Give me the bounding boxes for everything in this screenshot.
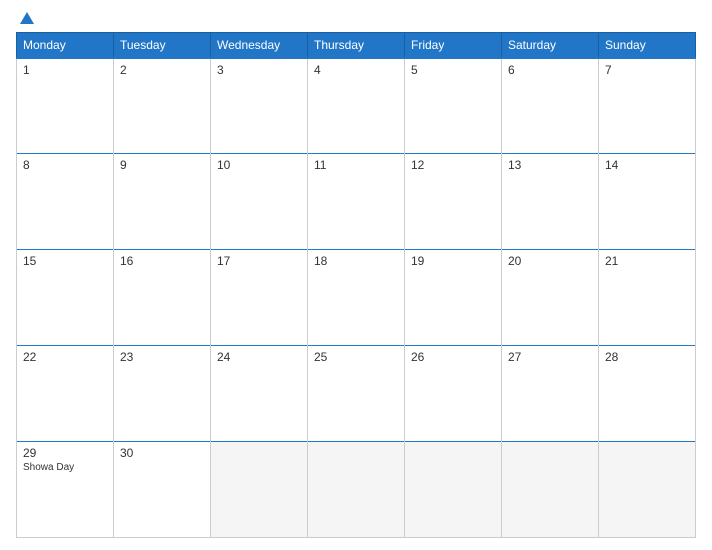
calendar-page: Monday Tuesday Wednesday Thursday Friday… [0, 0, 712, 550]
day-number: 28 [605, 350, 689, 364]
calendar-day-cell: 25 [308, 346, 405, 442]
day-number: 18 [314, 254, 398, 268]
day-number: 8 [23, 158, 107, 172]
header-saturday: Saturday [502, 33, 599, 59]
header-sunday: Sunday [599, 33, 696, 59]
calendar-table: Monday Tuesday Wednesday Thursday Friday… [16, 32, 696, 538]
calendar-day-cell: 17 [211, 250, 308, 346]
header-thursday: Thursday [308, 33, 405, 59]
day-number: 10 [217, 158, 301, 172]
header-tuesday: Tuesday [114, 33, 211, 59]
day-number: 13 [508, 158, 592, 172]
calendar-week-row: 15 16 17 18 19 20 21 [17, 250, 696, 346]
calendar-day-cell: 16 [114, 250, 211, 346]
calendar-day-cell: 1 [17, 58, 114, 154]
logo-triangle-icon [20, 12, 34, 24]
calendar-day-cell: 26 [405, 346, 502, 442]
calendar-week-row: 1234567 [17, 58, 696, 154]
calendar-day-cell: 15 [17, 250, 114, 346]
calendar-week-row: 89 10 11 12 13 14 [17, 154, 696, 250]
calendar-day-cell: 8 [17, 154, 114, 250]
calendar-day-cell: 27 [502, 346, 599, 442]
day-number: 24 [217, 350, 301, 364]
logo [16, 12, 34, 24]
day-number: 6 [508, 63, 592, 77]
day-number: 23 [120, 350, 204, 364]
calendar-day-cell: 3 [211, 58, 308, 154]
calendar-day-cell: 11 [308, 154, 405, 250]
calendar-day-cell: 18 [308, 250, 405, 346]
calendar-day-cell: 19 [405, 250, 502, 346]
day-number: 3 [217, 63, 301, 77]
calendar-day-cell: 29 Showa Day [17, 442, 114, 538]
calendar-day-cell [599, 442, 696, 538]
day-number: 2 [120, 63, 204, 77]
header-wednesday: Wednesday [211, 33, 308, 59]
calendar-day-cell: 6 [502, 58, 599, 154]
calendar-day-cell: 10 [211, 154, 308, 250]
day-number: 4 [314, 63, 398, 77]
calendar-day-cell: 9 [114, 154, 211, 250]
calendar-day-cell: 24 [211, 346, 308, 442]
day-number: 19 [411, 254, 495, 268]
calendar-day-cell: 21 [599, 250, 696, 346]
calendar-day-cell [405, 442, 502, 538]
calendar-day-cell: 12 [405, 154, 502, 250]
calendar-day-cell [308, 442, 405, 538]
day-number: 16 [120, 254, 204, 268]
calendar-day-cell [502, 442, 599, 538]
calendar-day-cell: 5 [405, 58, 502, 154]
day-number: 1 [23, 63, 107, 77]
header-friday: Friday [405, 33, 502, 59]
calendar-day-cell: 13 [502, 154, 599, 250]
calendar-day-cell: 4 [308, 58, 405, 154]
holiday-name: Showa Day [23, 462, 107, 473]
calendar-day-cell: 20 [502, 250, 599, 346]
day-number: 14 [605, 158, 689, 172]
day-number: 30 [120, 446, 204, 460]
day-number: 17 [217, 254, 301, 268]
day-number: 26 [411, 350, 495, 364]
day-number: 7 [605, 63, 689, 77]
calendar-day-cell: 23 [114, 346, 211, 442]
header-monday: Monday [17, 33, 114, 59]
day-number: 5 [411, 63, 495, 77]
calendar-day-cell: 2 [114, 58, 211, 154]
calendar-day-cell: 7 [599, 58, 696, 154]
day-number: 15 [23, 254, 107, 268]
day-number: 9 [120, 158, 204, 172]
calendar-week-row: 29 Showa Day 30 [17, 442, 696, 538]
day-number: 21 [605, 254, 689, 268]
day-number: 22 [23, 350, 107, 364]
calendar-day-cell: 14 [599, 154, 696, 250]
calendar-header [16, 12, 696, 24]
day-number: 27 [508, 350, 592, 364]
day-number: 29 [23, 446, 107, 460]
calendar-day-cell: 22 [17, 346, 114, 442]
calendar-day-cell [211, 442, 308, 538]
day-number: 11 [314, 158, 398, 172]
calendar-day-cell: 28 [599, 346, 696, 442]
calendar-week-row: 22 23 24 25 26 27 28 [17, 346, 696, 442]
calendar-day-cell: 30 [114, 442, 211, 538]
day-number: 12 [411, 158, 495, 172]
weekday-header-row: Monday Tuesday Wednesday Thursday Friday… [17, 33, 696, 59]
day-number: 20 [508, 254, 592, 268]
day-number: 25 [314, 350, 398, 364]
